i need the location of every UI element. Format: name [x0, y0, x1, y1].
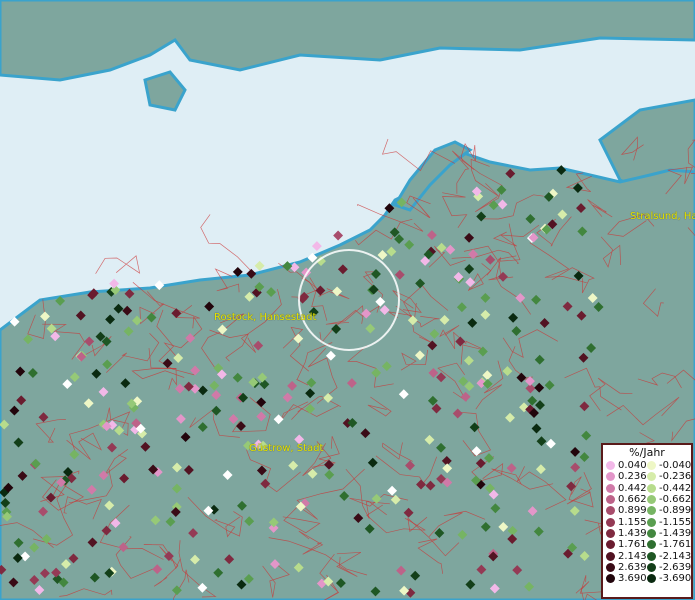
map-canvas[interactable] [0, 0, 695, 600]
legend-value: -0.442 [659, 482, 692, 494]
legend-swatch [606, 461, 615, 471]
legend-swatch [606, 528, 615, 538]
legend-row: -0.662 [647, 494, 691, 505]
legend-row: 2.143 [606, 550, 647, 562]
legend-value: 3.690 [618, 573, 647, 585]
legend-swatch [606, 540, 615, 550]
legend-swatch [606, 562, 615, 572]
legend-row: -0.442 [647, 483, 691, 494]
legend-swatch [606, 495, 615, 505]
legend-value: -0.236 [659, 471, 692, 483]
legend-row: -0.040 [647, 460, 691, 471]
legend: %/Jahr 0.040 0.236 0.442 0.662 0.899 1.155 1.4… [601, 443, 693, 599]
legend-row: -1.155 [647, 516, 692, 528]
legend-value: -0.040 [659, 460, 692, 472]
legend-swatch [647, 540, 656, 550]
place-label-rostock: Rostock, Hansestadt [214, 312, 317, 323]
legend-title: %/Jahr [629, 446, 665, 459]
legend-row: 0.662 [606, 494, 647, 505]
legend-value: 0.236 [618, 471, 647, 483]
legend-swatch [606, 506, 615, 516]
legend-value: -1.761 [659, 539, 692, 551]
legend-value: -1.155 [659, 516, 692, 528]
legend-value: 2.639 [618, 561, 647, 573]
legend-value: 1.155 [618, 516, 647, 528]
legend-row: 2.639 [606, 562, 647, 573]
legend-swatch [606, 472, 615, 482]
legend-row: 1.155 [606, 516, 647, 528]
legend-row: 3.690 [606, 573, 647, 584]
legend-row: -3.690 [647, 573, 691, 584]
legend-swatch [647, 483, 656, 493]
map-view[interactable]: Rostock, Hansestadt Stralsund, Ha Güstro… [0, 0, 695, 600]
legend-row: -0.236 [647, 471, 691, 482]
place-label-stralsund: Stralsund, Ha [630, 211, 695, 222]
legend-swatch [606, 517, 615, 527]
legend-row: -2.639 [647, 562, 691, 573]
place-label-guestrow: Güstrow, Stadt [249, 443, 324, 454]
legend-value: 0.040 [618, 460, 647, 472]
legend-row: -1.761 [647, 539, 691, 550]
legend-value: 0.662 [618, 494, 647, 506]
legend-row: -2.143 [647, 550, 692, 562]
legend-value: -0.662 [659, 494, 692, 506]
legend-row: 0.442 [606, 483, 647, 494]
legend-row: 1.439 [606, 528, 647, 539]
legend-swatch [606, 483, 615, 493]
legend-value: -0.899 [659, 505, 692, 517]
legend-value: 2.143 [618, 550, 647, 562]
legend-swatch [647, 506, 656, 516]
legend-row: -1.439 [647, 528, 691, 539]
legend-swatch [606, 551, 615, 561]
legend-swatch [647, 574, 656, 584]
legend-value: -3.690 [659, 573, 692, 585]
legend-swatch [647, 528, 656, 538]
legend-row: 0.040 [606, 460, 647, 471]
legend-swatch [647, 517, 656, 527]
legend-swatch [606, 574, 615, 584]
legend-swatch [647, 461, 656, 471]
legend-row: -0.899 [647, 505, 691, 516]
legend-value: 1.761 [618, 539, 647, 551]
legend-value: -2.143 [659, 550, 692, 562]
legend-row: 0.236 [606, 471, 647, 482]
legend-swatch [647, 562, 656, 572]
legend-swatch [647, 551, 656, 561]
legend-swatch [647, 495, 656, 505]
legend-value: -1.439 [659, 527, 692, 539]
legend-value: 1.439 [618, 527, 647, 539]
legend-row: 1.761 [606, 539, 647, 550]
legend-value: -2.639 [659, 561, 692, 573]
legend-value: 0.442 [618, 482, 647, 494]
legend-row: 0.899 [606, 505, 647, 516]
legend-positive-column: 0.040 0.236 0.442 0.662 0.899 1.155 1.439 1.761… [606, 460, 647, 584]
legend-swatch [647, 472, 656, 482]
legend-value: 0.899 [618, 505, 647, 517]
legend-negative-column: -0.040 -0.236 -0.442 -0.662 -0.899 -1.155 -1.4… [647, 460, 691, 584]
